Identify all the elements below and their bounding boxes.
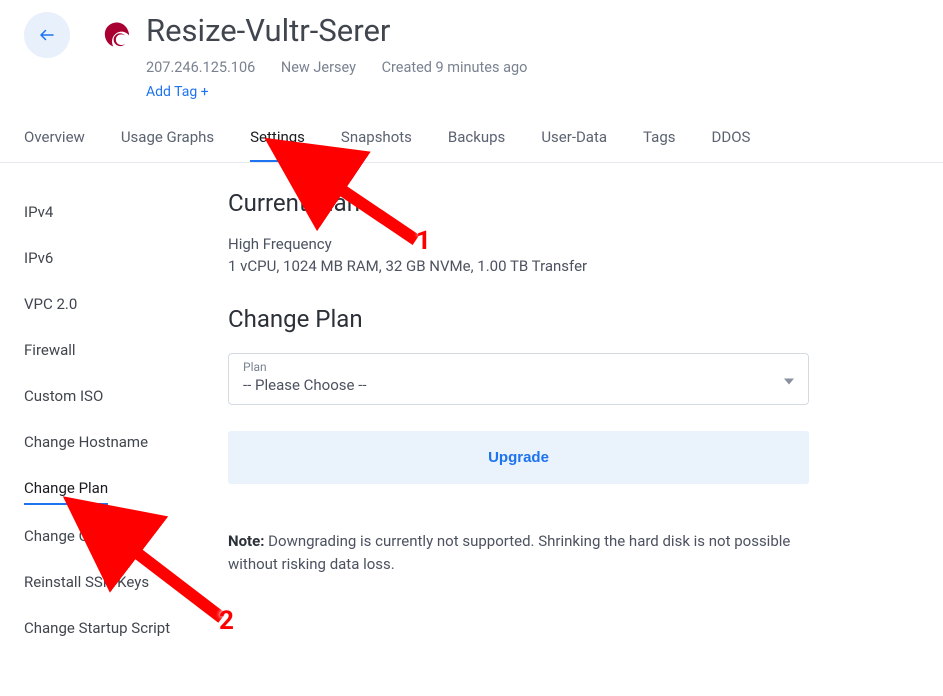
add-tag-button[interactable]: Add Tag + xyxy=(146,84,209,100)
sidebar-item-ipv4[interactable]: IPv4 xyxy=(24,189,224,235)
arrow-left-icon xyxy=(38,26,56,44)
current-plan-heading: Current Plan xyxy=(228,189,809,217)
settings-sidebar: IPv4 IPv6 VPC 2.0 Firewall Custom ISO Ch… xyxy=(24,189,224,651)
plan-select-value: -- Please Choose -- xyxy=(243,376,794,394)
change-plan-heading: Change Plan xyxy=(228,305,809,333)
body: IPv4 IPv6 VPC 2.0 Firewall Custom ISO Ch… xyxy=(0,163,943,677)
tab-ddos[interactable]: DDOS xyxy=(712,128,751,162)
sidebar-item-change-plan[interactable]: Change Plan xyxy=(24,465,108,505)
sidebar-item-reinstall-ssh[interactable]: Reinstall SSH Keys xyxy=(24,559,224,605)
annotation-number-1: 1 xyxy=(416,226,431,256)
plan-select[interactable]: Plan -- Please Choose -- xyxy=(228,353,809,405)
sidebar-item-vpc[interactable]: VPC 2.0 xyxy=(24,281,224,327)
sidebar-item-change-startup[interactable]: Change Startup Script xyxy=(24,605,224,651)
tab-overview[interactable]: Overview xyxy=(24,128,85,162)
tab-settings[interactable]: Settings xyxy=(250,128,305,162)
sidebar-item-change-hostname[interactable]: Change Hostname xyxy=(24,419,224,465)
tab-snapshots[interactable]: Snapshots xyxy=(341,128,412,162)
plan-type: High Frequency xyxy=(228,235,809,253)
sidebar-item-firewall[interactable]: Firewall xyxy=(24,327,224,373)
plan-specs: 1 vCPU, 1024 MB RAM, 32 GB NVMe, 1.00 TB… xyxy=(228,257,809,275)
tabs: Overview Usage Graphs Settings Snapshots… xyxy=(0,100,943,163)
tab-tags[interactable]: Tags xyxy=(643,128,675,162)
tab-usage-graphs[interactable]: Usage Graphs xyxy=(121,128,214,162)
sidebar-item-change-os[interactable]: Change OS xyxy=(24,513,224,559)
plan-select-label: Plan xyxy=(243,360,794,374)
meta-row: 207.246.125.106 New Jersey Created 9 min… xyxy=(146,59,549,76)
server-ip: 207.246.125.106 xyxy=(146,59,255,76)
note-body: Downgrading is currently not supported. … xyxy=(228,532,790,573)
caret-down-icon xyxy=(784,370,794,389)
sidebar-item-ipv6[interactable]: IPv6 xyxy=(24,235,224,281)
header: Resize-Vultr-Serer 207.246.125.106 New J… xyxy=(0,0,943,100)
note-label: Note: xyxy=(228,532,264,550)
server-created: Created 9 minutes ago xyxy=(382,59,528,76)
note-text: Note: Downgrading is currently not suppo… xyxy=(228,530,809,575)
back-button[interactable] xyxy=(24,12,70,58)
upgrade-button[interactable]: Upgrade xyxy=(228,431,809,484)
page-title: Resize-Vultr-Serer xyxy=(146,12,549,49)
server-location: New Jersey xyxy=(281,59,356,76)
debian-os-icon xyxy=(98,18,136,56)
tab-backups[interactable]: Backups xyxy=(448,128,505,162)
title-block: Resize-Vultr-Serer 207.246.125.106 New J… xyxy=(146,12,549,100)
main-content: Current Plan High Frequency 1 vCPU, 1024… xyxy=(224,189,919,651)
tab-user-data[interactable]: User-Data xyxy=(541,128,607,162)
sidebar-item-custom-iso[interactable]: Custom ISO xyxy=(24,373,224,419)
annotation-number-2: 2 xyxy=(219,606,234,636)
